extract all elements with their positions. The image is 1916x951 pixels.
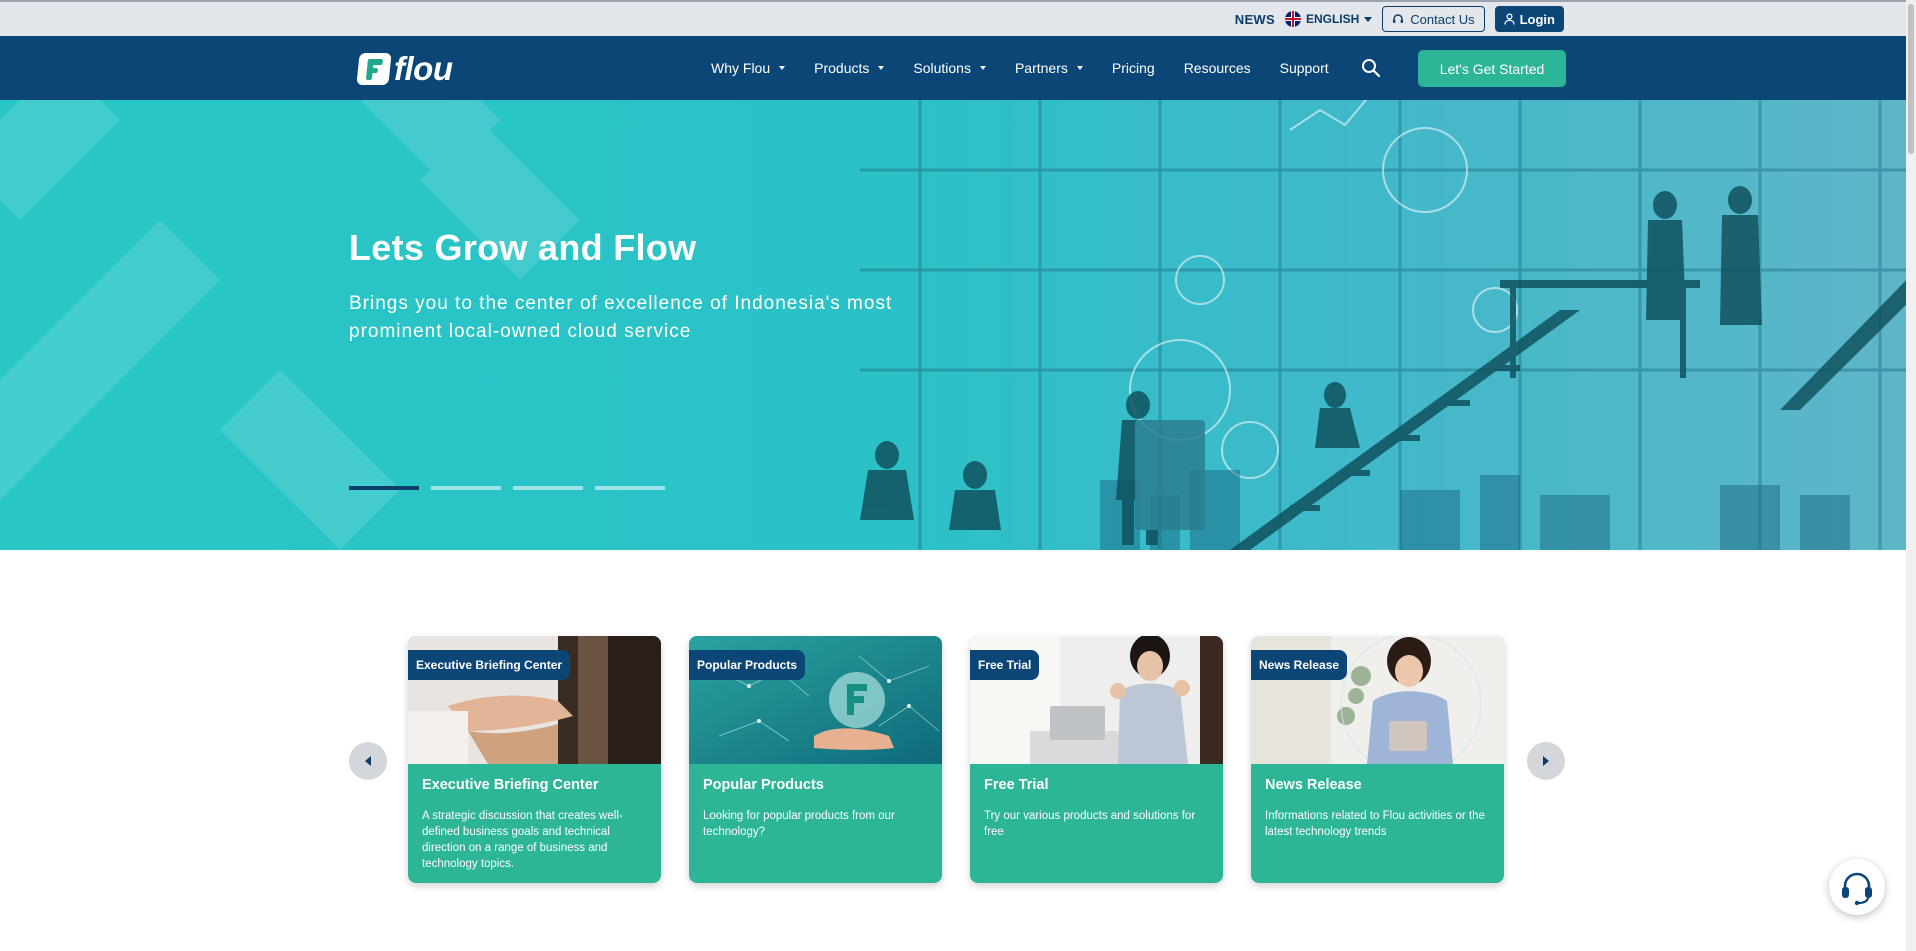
slide-indicator-3[interactable] [513, 486, 583, 490]
card-badge: News Release [1251, 650, 1348, 680]
language-label: ENGLISH [1305, 12, 1360, 26]
main-navigation: flou Why Flou Products Solutions Partner… [0, 36, 1916, 100]
card-badge: Popular Products [689, 650, 806, 680]
nav-item-label: Why Flou [711, 60, 771, 76]
nav-item-products[interactable]: Products [814, 60, 885, 76]
chevron-right-icon [1543, 756, 1549, 766]
nav-item-resources[interactable]: Resources [1184, 60, 1251, 76]
logo-text: flou [394, 50, 453, 87]
carousel-prev-button[interactable] [349, 742, 387, 780]
feature-cards-carousel: Executive Briefing Center Executive Brie… [0, 550, 1916, 951]
slide-indicator-2[interactable] [431, 486, 501, 490]
news-link[interactable]: NEWS [1235, 12, 1275, 27]
search-icon[interactable] [1361, 58, 1381, 78]
nav-item-solutions[interactable]: Solutions [913, 60, 986, 76]
utility-bar: NEWS ENGLISH Contact Us Login [0, 0, 1916, 36]
card-badge: Free Trial [970, 650, 1040, 680]
nav-item-label: Products [814, 60, 870, 76]
page-scrollbar[interactable] [1906, 0, 1916, 951]
caret-down-icon [1364, 16, 1373, 22]
card-title: Free Trial [984, 777, 1049, 793]
slide-indicators [349, 486, 665, 490]
caret-down-icon [779, 66, 786, 70]
scrollbar-thumb[interactable] [1908, 4, 1914, 154]
headset-icon [1842, 872, 1872, 906]
nav-item-label: Resources [1183, 60, 1251, 76]
card-title: Executive Briefing Center [422, 777, 599, 793]
slide-indicator-4[interactable] [595, 486, 665, 490]
card-description: Looking for popular products from our te… [703, 810, 895, 838]
flou-logo[interactable]: flou [356, 50, 453, 88]
nav-item-label: Solutions [913, 60, 971, 76]
uk-flag-icon [1284, 11, 1301, 27]
card-title: News Release [1265, 777, 1362, 793]
nav-item-why-flou[interactable]: Why Flou [711, 60, 786, 76]
nav-menu: Why Flou Products Solutions Partners Pri… [711, 36, 1358, 100]
card-image: Executive Briefing Center [408, 636, 661, 764]
user-icon [1503, 13, 1515, 25]
card-description: Informations related to Flou activities … [1265, 810, 1485, 838]
caret-down-icon [1076, 66, 1083, 70]
card-free-trial[interactable]: Free Trial Free Trial Try our various pr… [970, 636, 1223, 883]
language-selector[interactable]: ENGLISH [1284, 11, 1373, 27]
slide-indicator-1[interactable] [349, 486, 419, 490]
card-image: Popular Products [689, 636, 942, 764]
nav-item-support[interactable]: Support [1280, 60, 1329, 76]
card-news-release[interactable]: News Release News Release Informations r… [1251, 636, 1504, 883]
chevron-left-icon [365, 756, 371, 766]
card-badge: Executive Briefing Center [408, 650, 571, 680]
card-executive-briefing-center[interactable]: Executive Briefing Center Executive Brie… [408, 636, 661, 883]
nav-item-partners[interactable]: Partners [1015, 60, 1083, 76]
card-image: Free Trial [970, 636, 1223, 764]
hero-banner: Lets Grow and Flow Brings you to the cen… [0, 100, 1916, 550]
caret-down-icon [878, 66, 885, 70]
card-description: Try our various products and solutions f… [984, 810, 1196, 838]
carousel-next-button[interactable] [1527, 742, 1565, 780]
nav-item-pricing[interactable]: Pricing [1112, 60, 1155, 76]
card-image: News Release [1251, 636, 1504, 764]
hero-title: Lets Grow and Flow [349, 227, 697, 268]
help-chat-button[interactable] [1829, 859, 1885, 915]
contact-us-button[interactable]: Contact Us [1382, 6, 1485, 32]
card-title: Popular Products [703, 777, 824, 793]
flou-logo-mark-icon [356, 53, 392, 85]
headset-icon [1393, 14, 1404, 23]
get-started-button[interactable]: Let's Get Started [1418, 50, 1566, 87]
contact-us-label: Contact Us [1410, 11, 1475, 27]
nav-item-label: Partners [1014, 60, 1068, 76]
login-button[interactable]: Login [1494, 6, 1564, 32]
card-popular-products[interactable]: Popular Products Popular Products Lookin… [689, 636, 942, 883]
card-description: A strategic discussion that creates well… [422, 810, 623, 870]
nav-item-label: Support [1279, 60, 1329, 76]
login-label: Login [1519, 11, 1555, 27]
nav-item-label: Pricing [1111, 60, 1155, 76]
hero-subtitle: Brings you to the center of excellence o… [349, 293, 893, 342]
caret-down-icon [979, 66, 986, 70]
